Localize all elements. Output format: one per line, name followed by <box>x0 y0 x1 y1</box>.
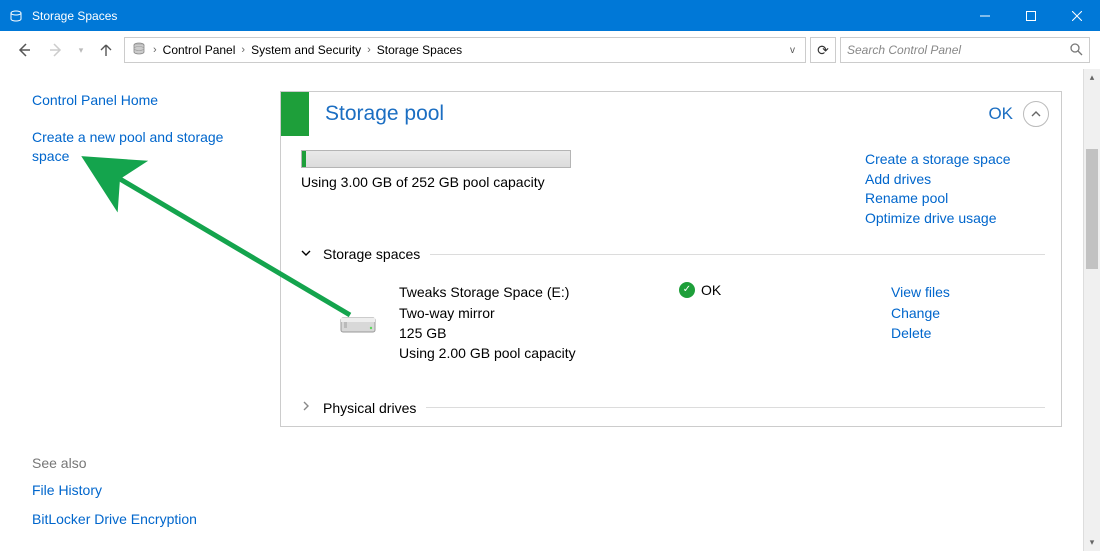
space-name: Tweaks Storage Space (E:) <box>399 282 659 302</box>
scroll-thumb[interactable] <box>1086 149 1098 269</box>
rename-pool-link[interactable]: Rename pool <box>865 189 1045 209</box>
up-button[interactable] <box>92 36 120 64</box>
change-link[interactable]: Change <box>891 303 1041 323</box>
space-actions: View files Change Delete <box>891 282 1041 343</box>
breadcrumb-icon <box>131 41 147 60</box>
space-status-text: OK <box>701 282 721 298</box>
optimize-usage-link[interactable]: Optimize drive usage <box>865 209 1045 229</box>
maximize-button[interactable] <box>1008 0 1054 31</box>
address-dropdown[interactable]: v <box>786 45 799 56</box>
see-also-file-history[interactable]: File History <box>32 481 197 500</box>
view-files-link[interactable]: View files <box>891 282 1041 302</box>
breadcrumb-item[interactable]: System and Security <box>251 43 361 57</box>
status-color-strip <box>281 92 309 136</box>
space-type: Two-way mirror <box>399 303 659 323</box>
chevron-right-icon: › <box>241 44 245 56</box>
chevron-right-icon: › <box>153 44 157 56</box>
physical-drives-section-header[interactable]: Physical drives <box>301 400 1045 416</box>
address-bar-row: ▾ › Control Panel › System and Security … <box>0 31 1100 69</box>
vertical-scrollbar[interactable]: ▴ ▾ <box>1083 69 1100 551</box>
pool-capacity-fill <box>302 151 306 167</box>
storage-space-item: Tweaks Storage Space (E:) Two-way mirror… <box>297 268 1045 381</box>
window-title: Storage Spaces <box>32 9 962 23</box>
pool-actions: Create a storage space Add drives Rename… <box>865 150 1045 228</box>
refresh-button[interactable]: ⟳ <box>810 37 836 63</box>
see-also-bitlocker[interactable]: BitLocker Drive Encryption <box>32 510 197 529</box>
panel-title: Storage pool <box>325 102 988 126</box>
see-also-heading: See also <box>32 455 197 471</box>
window-controls <box>962 0 1100 31</box>
storage-spaces-section-header[interactable]: Storage spaces <box>301 246 1045 262</box>
panel-status: OK <box>988 104 1013 124</box>
storage-pool-panel: Storage pool OK Using 3.00 GB of 252 GB … <box>280 91 1062 427</box>
sidebar: Control Panel Home Create a new pool and… <box>0 69 280 551</box>
recent-dropdown[interactable]: ▾ <box>74 36 88 64</box>
main-content: Storage pool OK Using 3.00 GB of 252 GB … <box>280 69 1100 551</box>
breadcrumb-item[interactable]: Storage Spaces <box>377 43 462 57</box>
create-storage-space-link[interactable]: Create a storage space <box>865 150 1045 170</box>
chevron-right-icon: › <box>367 44 371 56</box>
section-label: Physical drives <box>323 400 416 416</box>
delete-link[interactable]: Delete <box>891 323 1041 343</box>
app-icon <box>8 8 24 24</box>
scroll-up-button[interactable]: ▴ <box>1084 69 1100 86</box>
add-drives-link[interactable]: Add drives <box>865 170 1045 190</box>
create-pool-link[interactable]: Create a new pool and storage space <box>32 128 252 166</box>
minimize-button[interactable] <box>962 0 1008 31</box>
space-status: ✓ OK <box>679 282 721 298</box>
section-label: Storage spaces <box>323 246 420 262</box>
space-usage: Using 2.00 GB pool capacity <box>399 343 659 363</box>
pool-usage-text: Using 3.00 GB of 252 GB pool capacity <box>301 174 845 190</box>
see-also-section: See also File History BitLocker Drive En… <box>32 455 197 539</box>
back-button[interactable] <box>10 36 38 64</box>
space-size: 125 GB <box>399 323 659 343</box>
titlebar: Storage Spaces <box>0 0 1100 31</box>
storage-space-info: Tweaks Storage Space (E:) Two-way mirror… <box>399 282 659 363</box>
drive-icon <box>339 310 379 340</box>
close-button[interactable] <box>1054 0 1100 31</box>
search-icon <box>1069 42 1083 59</box>
pool-capacity-bar <box>301 150 571 168</box>
collapse-toggle[interactable] <box>1023 101 1049 127</box>
chevron-down-icon <box>301 248 313 261</box>
breadcrumb-bar[interactable]: › Control Panel › System and Security › … <box>124 37 806 63</box>
search-placeholder: Search Control Panel <box>847 43 1069 57</box>
control-panel-home-link[interactable]: Control Panel Home <box>32 91 262 110</box>
panel-header: Storage pool OK <box>281 92 1061 136</box>
section-divider <box>426 407 1045 408</box>
ok-check-icon: ✓ <box>679 282 695 298</box>
scroll-down-button[interactable]: ▾ <box>1084 534 1100 551</box>
search-box[interactable]: Search Control Panel <box>840 37 1090 63</box>
forward-button[interactable] <box>42 36 70 64</box>
chevron-right-icon <box>301 401 313 414</box>
section-divider <box>430 254 1045 255</box>
breadcrumb-item[interactable]: Control Panel <box>163 43 236 57</box>
